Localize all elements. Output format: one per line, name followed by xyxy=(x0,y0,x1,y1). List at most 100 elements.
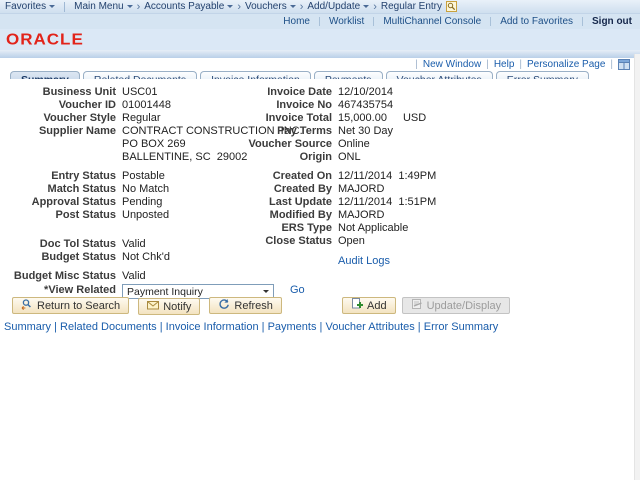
summary-content: Business Unit USC01 Voucher ID 01001448 … xyxy=(0,79,640,480)
return-to-search-button[interactable]: Return to Search xyxy=(12,297,130,314)
breadcrumb-separator xyxy=(137,1,141,13)
help-link[interactable]: Help xyxy=(481,59,515,70)
separator xyxy=(373,17,375,26)
footer-link-error-summary[interactable]: Error Summary xyxy=(415,321,499,333)
field-value: Postable xyxy=(122,170,165,182)
page-tools: New Window Help Personalize Page xyxy=(0,58,640,71)
envelope-icon xyxy=(147,300,160,313)
personalize-page-link[interactable]: Personalize Page xyxy=(514,59,605,70)
field-value: 467435754 xyxy=(338,99,394,111)
footer-link-related-documents[interactable]: Related Documents xyxy=(51,321,157,333)
field-label: Voucher Source xyxy=(248,138,332,150)
add-button[interactable]: Add xyxy=(342,297,396,314)
field-value: 12/10/2014 xyxy=(338,86,394,98)
currency-code: USD xyxy=(402,112,427,124)
field-value: MAJORD xyxy=(338,209,385,221)
header-gradient xyxy=(0,50,640,58)
button-label: Update/Display xyxy=(426,299,502,312)
field-value: Open xyxy=(338,235,365,247)
field-value: 12/11/2014 1:49PM xyxy=(338,170,437,182)
sign-out-link[interactable]: Sign out xyxy=(592,16,632,27)
main-menu-label: Main Menu xyxy=(74,1,124,12)
field-value: 01001448 xyxy=(122,99,171,111)
footer-link-voucher-attributes[interactable]: Voucher Attributes xyxy=(316,321,414,333)
favorites-label: Favorites xyxy=(5,1,47,12)
audit-logs-link[interactable]: Audit Logs xyxy=(338,255,390,267)
field-value: Net 30 Day xyxy=(338,125,394,137)
worklist-link[interactable]: Worklist xyxy=(329,16,364,27)
field-invoice-total: Invoice Total 15,000.00 USD xyxy=(248,112,436,124)
chevron-down-icon xyxy=(126,5,133,11)
magnifier-return-icon xyxy=(21,298,33,313)
field-ers-type: ERS Type Not Applicable xyxy=(248,222,436,234)
field-label: ERS Type xyxy=(281,222,332,234)
right-field-column: Invoice Date 12/10/2014 Invoice No 46743… xyxy=(248,86,436,268)
field-close-status: Close Status Open xyxy=(248,235,436,247)
field-label: Last Update xyxy=(269,196,332,208)
field-label: Budget Status xyxy=(41,251,116,263)
breadcrumb-item-label: Accounts Payable xyxy=(144,1,225,12)
footer-link-payments[interactable]: Payments xyxy=(259,321,317,333)
new-window-link[interactable]: New Window xyxy=(410,59,481,70)
add-to-favorites-link[interactable]: Add to Favorites xyxy=(500,16,573,27)
field-label: Created By xyxy=(273,183,332,195)
button-label: Add xyxy=(367,299,387,312)
dropdown-selected-value: Payment Inquiry xyxy=(127,285,203,298)
breadcrumb-current-regular-entry: Regular Entry xyxy=(381,1,442,12)
favorites-menu[interactable]: Favorites xyxy=(5,1,56,12)
field-value: 15,000.00 xyxy=(338,112,387,124)
field-value: Unposted xyxy=(122,209,170,221)
field-value: Valid xyxy=(122,270,146,282)
field-modified-by: Modified By MAJORD xyxy=(248,209,436,221)
personalize-grid-icon[interactable] xyxy=(605,59,630,70)
field-label: Budget Misc Status xyxy=(13,270,116,282)
search-icon[interactable] xyxy=(446,1,458,12)
breadcrumb-add-update[interactable]: Add/Update xyxy=(307,1,370,12)
field-value: Regular xyxy=(122,112,161,124)
page-plus-icon xyxy=(351,298,363,313)
breadcrumb-accounts-payable[interactable]: Accounts Payable xyxy=(144,1,234,12)
field-label-empty xyxy=(12,151,116,163)
field-value: USC01 xyxy=(122,86,158,98)
refresh-arrows-icon xyxy=(218,298,230,313)
field-value: Not Applicable xyxy=(338,222,409,234)
refresh-button[interactable]: Refresh xyxy=(209,297,282,314)
home-link[interactable]: Home xyxy=(283,16,310,27)
multichannel-console-link[interactable]: MultiChannel Console xyxy=(383,16,481,27)
chevron-down-icon xyxy=(263,290,269,296)
field-value: MAJORD xyxy=(338,183,385,195)
peoplesoft-voucher-summary-page: Favorites Main Menu Accounts Payable Vou… xyxy=(0,0,640,480)
main-menu[interactable]: Main Menu xyxy=(74,1,133,12)
field-invoice-no: Invoice No 467435754 xyxy=(248,99,436,111)
notify-button[interactable]: Notify xyxy=(138,298,201,315)
chevron-down-icon xyxy=(227,5,234,11)
scrollbar-track[interactable] xyxy=(634,54,640,480)
update-display-button: Update/Display xyxy=(401,297,511,314)
separator xyxy=(318,17,320,26)
breadcrumb-separator xyxy=(237,1,241,13)
breadcrumb-separator xyxy=(300,1,304,13)
button-label: Notify xyxy=(163,300,192,313)
page-footer-links: SummaryRelated DocumentsInvoice Informat… xyxy=(4,321,498,333)
field-label: Approval Status xyxy=(31,196,116,208)
chevron-down-icon xyxy=(289,5,296,11)
footer-link-invoice-information[interactable]: Invoice Information xyxy=(157,321,259,333)
button-label: Refresh xyxy=(234,299,273,312)
field-value: 12/11/2014 1:51PM xyxy=(338,196,437,208)
field-value: Not Chk'd xyxy=(122,251,170,263)
field-label: Supplier Name xyxy=(38,125,116,137)
field-label: Invoice No xyxy=(276,99,332,111)
oracle-logo: ORACLE xyxy=(6,30,84,48)
utility-bar: Home Worklist MultiChannel Console Add t… xyxy=(0,14,640,29)
footer-link-summary[interactable]: Summary xyxy=(4,321,51,333)
field-label: Business Unit xyxy=(42,86,116,98)
breadcrumb-item-label: Add/Update xyxy=(307,1,361,12)
field-value: Pending xyxy=(122,196,163,208)
breadcrumb-separator xyxy=(373,1,377,13)
field-label: Invoice Total xyxy=(265,112,332,124)
field-origin: Origin ONL xyxy=(248,151,436,163)
breadcrumb-vouchers[interactable]: Vouchers xyxy=(245,1,296,12)
separator xyxy=(64,1,66,12)
separator xyxy=(582,17,583,26)
field-label: Created On xyxy=(272,170,332,182)
